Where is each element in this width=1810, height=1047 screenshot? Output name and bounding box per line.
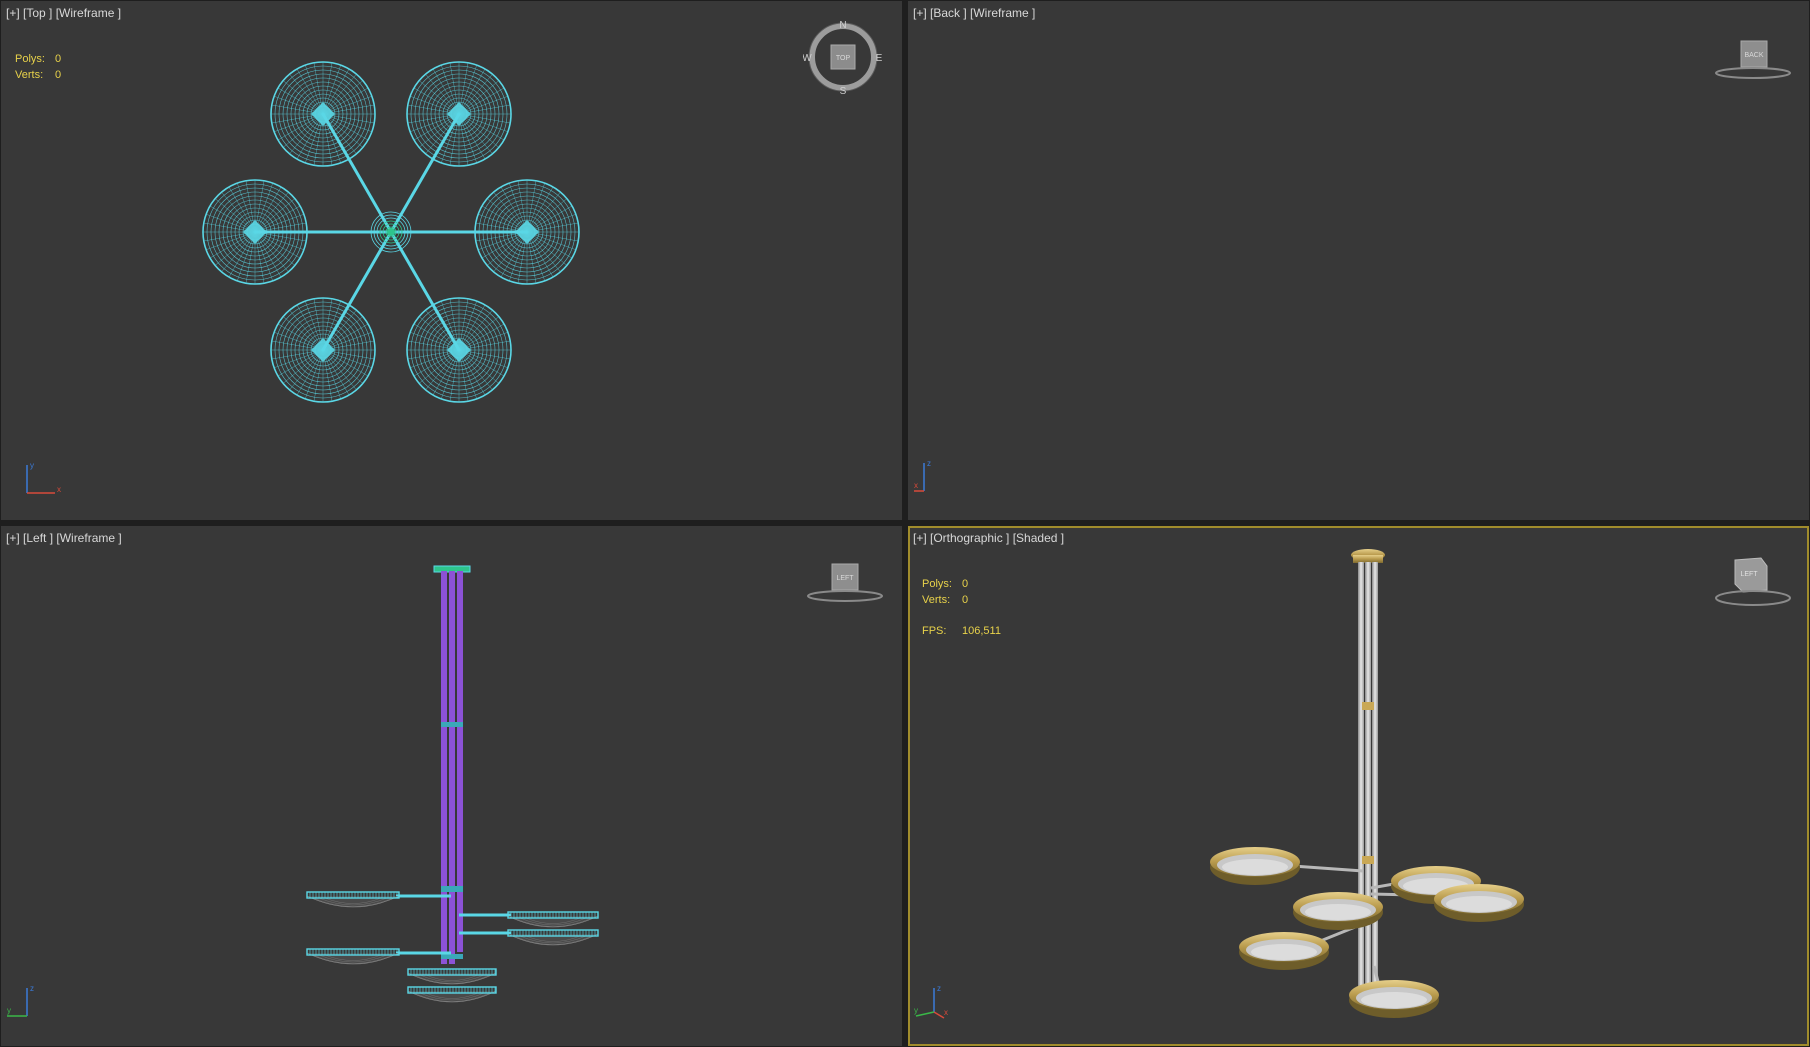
dish-glow: [1446, 896, 1512, 912]
viewcube-label: BACK: [1744, 52, 1763, 59]
rod-1: [449, 571, 455, 964]
dish-left-0: [306, 891, 400, 908]
dish-left-3: [507, 929, 599, 946]
rod-0: [441, 571, 447, 964]
axis-tripod-left: z y: [7, 984, 34, 1017]
dish-glow: [1305, 904, 1371, 920]
viewcube-compass[interactable]: TOP N S E W: [803, 19, 883, 99]
arm-0: [1292, 864, 1364, 873]
viewport-left[interactable]: [+] [Left ] [Wireframe ] LEFT z y: [1, 526, 902, 1046]
axis-label-y: y: [7, 1006, 11, 1015]
canopy: [1353, 555, 1383, 563]
viewcube-label: TOP: [836, 55, 851, 62]
back-wireframe-scene[interactable]: [908, 1, 1809, 520]
axis-tripod-orthographic: z y x: [914, 984, 948, 1019]
axis-label-z: z: [927, 459, 931, 468]
rod-clip: [441, 954, 463, 959]
hub-center: [387, 228, 395, 236]
dish-top-5: [406, 297, 512, 403]
dish-top-0: [270, 61, 376, 167]
dish-left-5: [407, 986, 497, 1003]
viewport-orthographic[interactable]: [+] [Orthographic ] [Shaded ] Polys: 0 Ve…: [908, 526, 1809, 1046]
rod-clip: [1362, 856, 1374, 864]
dish-glow: [1222, 859, 1288, 875]
axis-tripod-back: z x: [914, 459, 931, 492]
dish-left-1: [306, 948, 400, 965]
dish-top-4: [270, 297, 376, 403]
rod-clip: [1362, 702, 1374, 710]
rod-0: [1358, 562, 1364, 1002]
dish-left-4: [407, 968, 497, 985]
top-wireframe-scene[interactable]: [1, 1, 902, 520]
axis-label-x: x: [914, 481, 918, 490]
viewcube-back[interactable]: BACK: [1713, 39, 1793, 83]
dish-left-2: [507, 911, 599, 928]
viewcube-label: LEFT: [836, 575, 854, 582]
hub-top: [370, 211, 412, 253]
dish-top-2: [202, 179, 308, 285]
dish-shaded-0: [1210, 847, 1300, 885]
rod-1: [1365, 562, 1371, 992]
viewcube-left[interactable]: LEFT: [805, 562, 885, 606]
axis-label-z: z: [30, 984, 34, 993]
axis-label-z: z: [937, 984, 941, 993]
axis-label-y: y: [30, 461, 34, 470]
dish-shaded-2: [1434, 884, 1524, 922]
axis-label-x: x: [944, 1008, 948, 1017]
rod-clip: [441, 886, 463, 892]
axis-label-x: x: [57, 485, 61, 494]
viewport-top[interactable]: [+] [Top ] [Wireframe ] Polys: 0 Verts: 0 …: [1, 1, 902, 520]
dish-top-3: [474, 179, 580, 285]
viewcube-label: LEFT: [1740, 571, 1758, 578]
compass-s: S: [840, 86, 847, 97]
viewcube-orthographic[interactable]: LEFT: [1713, 556, 1793, 608]
dish-top-1: [406, 61, 512, 167]
dish-shaded-3: [1293, 892, 1383, 930]
dish-shaded-4: [1239, 932, 1329, 970]
axis-label-y: y: [914, 1006, 918, 1015]
viewport-back[interactable]: [+] [Back ] [Wireframe ] BACK z x: [908, 1, 1809, 520]
dish-glow: [1361, 992, 1427, 1008]
dish-glow: [1251, 944, 1317, 960]
rod-clip: [441, 722, 463, 727]
compass-n: N: [839, 20, 846, 31]
compass-e: E: [876, 53, 883, 64]
rod-2: [457, 571, 463, 952]
compass-w: W: [803, 53, 812, 64]
axis-tripod-top: y x: [26, 461, 61, 494]
shaded-scene[interactable]: [908, 526, 1809, 1046]
left-wireframe-scene[interactable]: [1, 526, 902, 1046]
dish-shaded-5: [1349, 980, 1439, 1018]
